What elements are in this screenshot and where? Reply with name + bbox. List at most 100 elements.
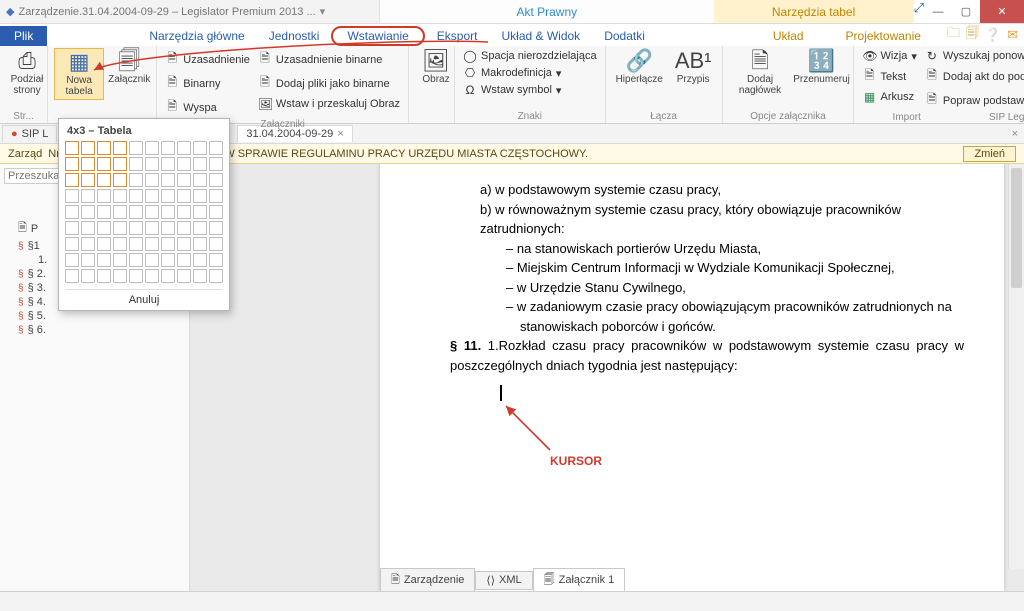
dodaj-pliki-button[interactable]: 🗎Dodaj pliki jako binarne <box>256 72 402 95</box>
table-grid-cell[interactable] <box>65 141 79 155</box>
table-grid-cell[interactable] <box>113 205 127 219</box>
table-grid-cell[interactable] <box>113 269 127 283</box>
table-grid-cell[interactable] <box>177 141 191 155</box>
table-grid-cell[interactable] <box>177 205 191 219</box>
table-grid-cell[interactable] <box>209 141 223 155</box>
footnote-button[interactable]: AB¹Przypis <box>671 48 716 87</box>
close-button[interactable]: ✕ <box>980 0 1024 23</box>
table-grid-cell[interactable] <box>129 141 143 155</box>
table-grid-cell[interactable] <box>97 269 111 283</box>
minimize-button[interactable]: — <box>924 0 952 23</box>
table-grid-cell[interactable] <box>81 141 95 155</box>
bottom-tab-zarzadzenie[interactable]: 🗎Zarządzenie <box>380 568 475 592</box>
table-grid-cell[interactable] <box>129 205 143 219</box>
table-grid-cell[interactable] <box>193 173 207 187</box>
table-grid-cell[interactable] <box>193 253 207 267</box>
table-grid-cell[interactable] <box>129 221 143 235</box>
table-grid-cell[interactable] <box>129 157 143 171</box>
table-grid-cell[interactable] <box>81 237 95 251</box>
table-grid-cell[interactable] <box>81 173 95 187</box>
tab-narzedzia-glowne[interactable]: Narzędzia główne <box>137 26 256 46</box>
table-grid-cell[interactable] <box>113 221 127 235</box>
table-grid-cell[interactable] <box>97 157 111 171</box>
table-grid-cell[interactable] <box>193 141 207 155</box>
tree-item[interactable]: §§ 5. <box>4 309 185 323</box>
table-grid-cell[interactable] <box>97 173 111 187</box>
uzasadnienie-bin-button[interactable]: 🗎Uzasadnienie binarne <box>256 48 402 71</box>
vertical-scrollbar[interactable] <box>1008 164 1024 569</box>
table-grid-cell[interactable] <box>65 221 79 235</box>
table-grid-cell[interactable] <box>113 237 127 251</box>
page-break-button[interactable]: ⎙ Podział strony <box>6 48 48 98</box>
popraw-button[interactable]: 🗎Popraw podstawę prawną <box>923 89 1024 112</box>
table-grid-cell[interactable] <box>177 157 191 171</box>
add-header-button[interactable]: 🗎Dodaj nagłówek <box>729 48 792 98</box>
table-grid-cell[interactable] <box>97 221 111 235</box>
table-size-grid[interactable] <box>65 141 223 283</box>
symbol-button[interactable]: ΩWstaw symbol ▾ <box>461 82 599 98</box>
ribbon-collapse-icon[interactable]: ⤢ <box>914 0 924 23</box>
renumber-button[interactable]: 🔢Przenumeruj <box>796 48 848 98</box>
table-grid-cell[interactable] <box>145 237 159 251</box>
tab-eksport[interactable]: Eksport <box>425 26 490 46</box>
tab-projektowanie[interactable]: Projektowanie <box>834 26 933 46</box>
table-grid-cell[interactable] <box>129 237 143 251</box>
table-grid-cell[interactable] <box>129 173 143 187</box>
table-grid-cell[interactable] <box>161 189 175 203</box>
table-grid-cell[interactable] <box>161 269 175 283</box>
tab-uklad[interactable]: Układ <box>761 26 816 46</box>
table-grid-cell[interactable] <box>81 157 95 171</box>
table-grid-cell[interactable] <box>161 157 175 171</box>
hyperlink-button[interactable]: 🔗Hiperłącze <box>612 48 667 87</box>
table-grid-cell[interactable] <box>161 221 175 235</box>
panel-tab-sip[interactable]: ● SIP L <box>2 125 57 142</box>
maximize-button[interactable]: ▢ <box>952 0 980 23</box>
table-grid-cell[interactable] <box>161 141 175 155</box>
table-grid-cell[interactable] <box>193 205 207 219</box>
table-grid-cell[interactable] <box>113 189 127 203</box>
table-grid-cell[interactable] <box>65 269 79 283</box>
table-grid-cell[interactable] <box>145 221 159 235</box>
table-grid-cell[interactable] <box>145 141 159 155</box>
table-grid-cell[interactable] <box>97 253 111 267</box>
table-grid-cell[interactable] <box>161 173 175 187</box>
table-grid-cell[interactable] <box>209 237 223 251</box>
table-grid-cell[interactable] <box>129 189 143 203</box>
table-grid-cell[interactable] <box>177 253 191 267</box>
close-icon[interactable]: × <box>1012 128 1024 140</box>
table-grid-cell[interactable] <box>145 173 159 187</box>
table-grid-cell[interactable] <box>65 205 79 219</box>
table-grid-cell[interactable] <box>161 253 175 267</box>
table-grid-cell[interactable] <box>161 205 175 219</box>
tab-dodatki[interactable]: Dodatki <box>592 26 657 46</box>
table-grid-cell[interactable] <box>209 253 223 267</box>
uzasadnienie-button[interactable]: 🗎Uzasadnienie <box>163 48 252 71</box>
table-grid-cell[interactable] <box>65 237 79 251</box>
table-grid-cell[interactable] <box>97 205 111 219</box>
wyszukaj-button[interactable]: ↻Wyszukaj ponownie <box>923 48 1024 64</box>
table-grid-cell[interactable] <box>161 237 175 251</box>
tab-wstawianie[interactable]: Wstawianie <box>331 26 424 46</box>
table-grid-cell[interactable] <box>65 173 79 187</box>
table-grid-cell[interactable] <box>81 253 95 267</box>
table-grid-cell[interactable] <box>65 253 79 267</box>
table-grid-cell[interactable] <box>193 221 207 235</box>
table-grid-cell[interactable] <box>145 189 159 203</box>
table-grid-cell[interactable] <box>193 157 207 171</box>
table-grid-cell[interactable] <box>113 157 127 171</box>
table-grid-cell[interactable] <box>209 205 223 219</box>
document-page[interactable]: a) w podstawowym systemie czasu pracy, b… <box>380 164 1004 591</box>
table-grid-cell[interactable] <box>129 269 143 283</box>
table-grid-cell[interactable] <box>97 141 111 155</box>
table-grid-cell[interactable] <box>97 189 111 203</box>
table-grid-cell[interactable] <box>145 253 159 267</box>
table-grid-cell[interactable] <box>113 141 127 155</box>
file-tab[interactable]: Plik <box>0 26 47 46</box>
tree-item[interactable]: §§ 6. <box>4 323 185 337</box>
titlebar-icon-2[interactable]: 🗐 <box>966 24 979 46</box>
dodaj-akt-button[interactable]: 🗎Dodaj akt do podstawy... <box>923 65 1024 88</box>
tekst-button[interactable]: 🗎Tekst <box>860 65 918 88</box>
table-grid-cell[interactable] <box>177 221 191 235</box>
table-grid-cell[interactable] <box>113 253 127 267</box>
table-grid-cell[interactable] <box>81 205 95 219</box>
